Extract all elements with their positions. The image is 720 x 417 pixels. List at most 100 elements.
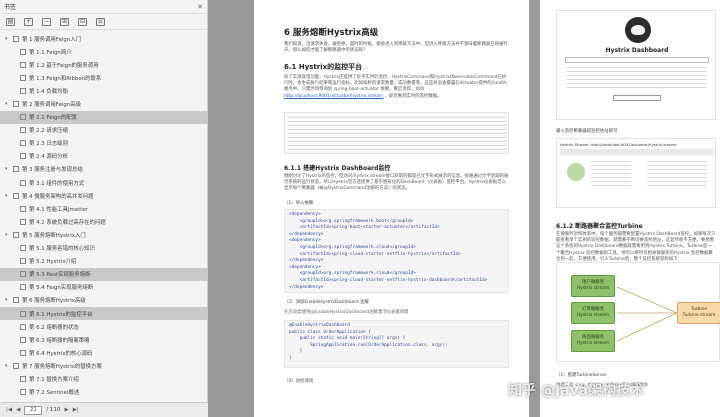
toc-item[interactable]: 第 4.2 系统负载过高存在的问题 <box>0 215 208 228</box>
toc-item[interactable]: 第 5.3 Rest实现服务熔断 <box>0 267 208 281</box>
stream-url-input[interactable] <box>565 57 709 63</box>
collapse-all-icon[interactable]: − <box>42 17 51 26</box>
code-line: } <box>289 349 303 355</box>
hystrix-dashboard-screenshot: Hystrix Dashboard <box>556 10 716 120</box>
code-line: <groupId>org.springframework.cloud</grou… <box>289 271 416 277</box>
toc-item[interactable]: ▾ 第 4 微服务架构的高并发问题 <box>0 189 208 202</box>
monitoring-paragraph: 除了实现容错功能，Hystrix还提供了近乎实时的监控，HystrixComma… <box>284 75 507 99</box>
sidebar-toolbar: ▤ + − ⊞ ⊟ ☰ <box>0 14 207 30</box>
toc-item[interactable]: ▾ 第 7 服务熔断Hystrix的替换方案 <box>0 359 208 372</box>
code-line: <artifactId>spring-cloud-starter-netflix… <box>289 277 488 283</box>
toc-item-label: 第 6.3 熔断器的隔离策略 <box>29 337 90 344</box>
toc-item[interactable]: 第 2.3 日志级别 <box>0 137 208 150</box>
bookmark-view-icon[interactable]: ▤ <box>6 17 15 26</box>
add-bookmark-icon[interactable]: ⊞ <box>60 17 69 26</box>
bookmark-icon <box>13 362 19 369</box>
bookmark-icon <box>13 166 19 173</box>
toc-item[interactable]: 第 1.2 基于Feign的服务调用 <box>0 58 208 71</box>
hystrix-stream-link[interactable]: http://localhost:9001/actuator/hystrix.s… <box>284 94 383 99</box>
bookmark-icon <box>20 310 26 317</box>
toc-item[interactable]: 第 1.3 Feign和Ribbon的联系 <box>0 71 208 84</box>
monitor-stream-button[interactable] <box>613 95 661 101</box>
toc-item[interactable]: 第 3.1 组件的使用方式 <box>0 176 208 189</box>
bookmark-icon <box>20 114 26 121</box>
toc-item[interactable]: 第 7.1 替换方案介绍 <box>0 372 208 385</box>
expand-arrow-icon[interactable]: ▾ <box>5 166 11 172</box>
toc-item-label: 第 2.4 源码分析 <box>29 154 68 161</box>
last-page-icon[interactable]: ▶| <box>73 407 79 413</box>
toc-item[interactable]: 第 2.4 源码分析 <box>0 150 208 163</box>
toc-item-label: 第 2.1 Feign的配置 <box>29 115 78 122</box>
toc-item-label: 第 6.2 熔断器的状态 <box>29 324 79 331</box>
toc-item[interactable]: 第 6.3 熔断器的隔离策略 <box>0 333 208 346</box>
page-number-input[interactable]: 21 <box>24 405 43 415</box>
toc-item[interactable]: ▾ 第 3 服务注册与发现总结 <box>0 163 208 176</box>
toc-item[interactable]: 第 6.2 熔断器的状态 <box>0 320 208 333</box>
bookmark-icon <box>13 192 19 199</box>
toc-item[interactable]: ▾ 第 2 服务调用Feign高级 <box>0 97 208 110</box>
expand-all-icon[interactable]: + <box>24 17 33 26</box>
toc-item[interactable]: 第 6.1 Hystrix的监控平台 <box>0 306 208 321</box>
delete-bookmark-icon[interactable]: ⊟ <box>78 17 87 26</box>
toc-item-label: 第 2 服务调用Feign高级 <box>22 102 82 109</box>
expand-arrow-icon[interactable]: ▾ <box>5 36 11 42</box>
toc-item[interactable]: ▾ 第 1 服务调用Feign入门 <box>0 32 208 45</box>
bookmark-icon <box>20 245 26 252</box>
code-line: } <box>289 355 292 361</box>
toc-item-label: 第 3 服务注册与发现总结 <box>22 167 83 174</box>
bookmark-icon <box>20 48 26 55</box>
toc-item-label: 第 6.1 Hystrix的监控平台 <box>29 311 93 318</box>
toc-item-label: 第 7.1 替换方案介绍 <box>29 376 79 383</box>
toc-item[interactable]: 第 6.4 Hystrix的核心源码 <box>0 346 208 359</box>
expand-arrow-icon[interactable]: ▾ <box>5 363 11 369</box>
bookmark-tree: ▾ 第 1 服务调用Feign入门第 1.1 Feign简介第 1.2 基于Fei… <box>0 32 208 402</box>
toc-item[interactable]: 第 7.2 Sentinel概述 <box>0 386 208 399</box>
toc-item[interactable]: 第 5.4 Feign实现服务熔断 <box>0 281 208 294</box>
hystrix-stream-screenshot: Hystrix Stream: http://localhost:9001/ac… <box>556 138 716 208</box>
hystrix-dashboard-title: Hystrix Dashboard <box>605 47 669 54</box>
annotation-code: @EnableHystrixDashboard public class Orde… <box>284 320 509 368</box>
toc-item[interactable]: 第 4.1 性能工具Jmetter <box>0 202 208 215</box>
document-page-left: 6 服务熔断Hystrix高级 我们知道，当请求失败，被拒绝，超时的时候，都会进… <box>254 0 529 417</box>
bookmark-icon <box>13 101 19 108</box>
code-line: <artifactId>spring-boot-starter-actuator… <box>289 225 440 231</box>
prev-page-icon[interactable]: ◀ <box>16 407 20 413</box>
toc-item[interactable]: 第 2.1 Feign的配置 <box>0 110 208 124</box>
toc-item[interactable]: 第 1.1 Feign简介 <box>0 45 208 58</box>
expand-arrow-icon[interactable]: ▾ <box>5 193 11 199</box>
toc-item-label: 第 1 服务调用Feign入门 <box>22 36 82 43</box>
bookmark-icon <box>20 271 26 278</box>
close-icon[interactable]: ✕ <box>197 3 203 11</box>
code-line: public static void main(String[] args) { <box>289 336 406 342</box>
toc-item-label: 第 4.1 性能工具Jmetter <box>29 206 88 213</box>
bookmark-icon <box>20 375 26 382</box>
expand-arrow-icon[interactable]: ▾ <box>5 232 11 238</box>
expand-arrow-icon[interactable]: ▾ <box>5 297 11 303</box>
toc-item[interactable]: 第 2.2 请求压缩 <box>0 124 208 137</box>
first-page-icon[interactable]: |◀ <box>6 407 12 413</box>
toc-item[interactable]: 第 5.2 Hystrix介绍 <box>0 255 208 268</box>
toc-item[interactable]: ▾ 第 6 服务熔断Hystrix高级 <box>0 294 208 307</box>
code-line: </dependency> <box>289 284 324 290</box>
toc-item[interactable]: 第 5.1 服务容错的核心知识 <box>0 242 208 255</box>
bookmark-icon <box>20 74 26 81</box>
bookmark-options-icon[interactable]: ☰ <box>96 17 105 26</box>
toc-item-label: 第 5.1 服务容错的核心知识 <box>29 246 95 253</box>
expand-arrow-icon[interactable]: ▾ <box>5 101 11 107</box>
next-page-icon[interactable]: ▶ <box>64 407 68 413</box>
toc-item-label: 第 6 服务熔断Hystrix高级 <box>22 298 86 305</box>
bookmark-icon <box>20 61 26 68</box>
toc-item[interactable]: ▾ 第 5 服务熔断Hystrix入门 <box>0 228 208 241</box>
bookmark-icon <box>20 127 26 134</box>
toc-item[interactable]: 第 1.4 负载均衡 <box>0 84 208 97</box>
chapter-heading: 6 服务熔断Hystrix高级 <box>284 28 379 38</box>
hystrix-logo-icon <box>625 17 651 43</box>
toc-item-label: 第 5.4 Feign实现服务熔断 <box>29 285 94 292</box>
step-2-label: （2）添加EnableHystrixDashboard 注解 <box>284 300 369 305</box>
turbine-paragraph: 在微服务架构体系中，每个服务都需要配置Hystrix DashBoard监控。如… <box>556 232 716 262</box>
toc-item-label: 第 5.2 Hystrix介绍 <box>29 259 77 266</box>
bookmark-icon <box>20 205 26 212</box>
toc-item-label: 第 6.4 Hystrix的核心源码 <box>29 350 93 357</box>
toc-item-label: 第 7.2 Sentinel概述 <box>29 390 80 397</box>
circuit-health-circle <box>567 163 585 181</box>
